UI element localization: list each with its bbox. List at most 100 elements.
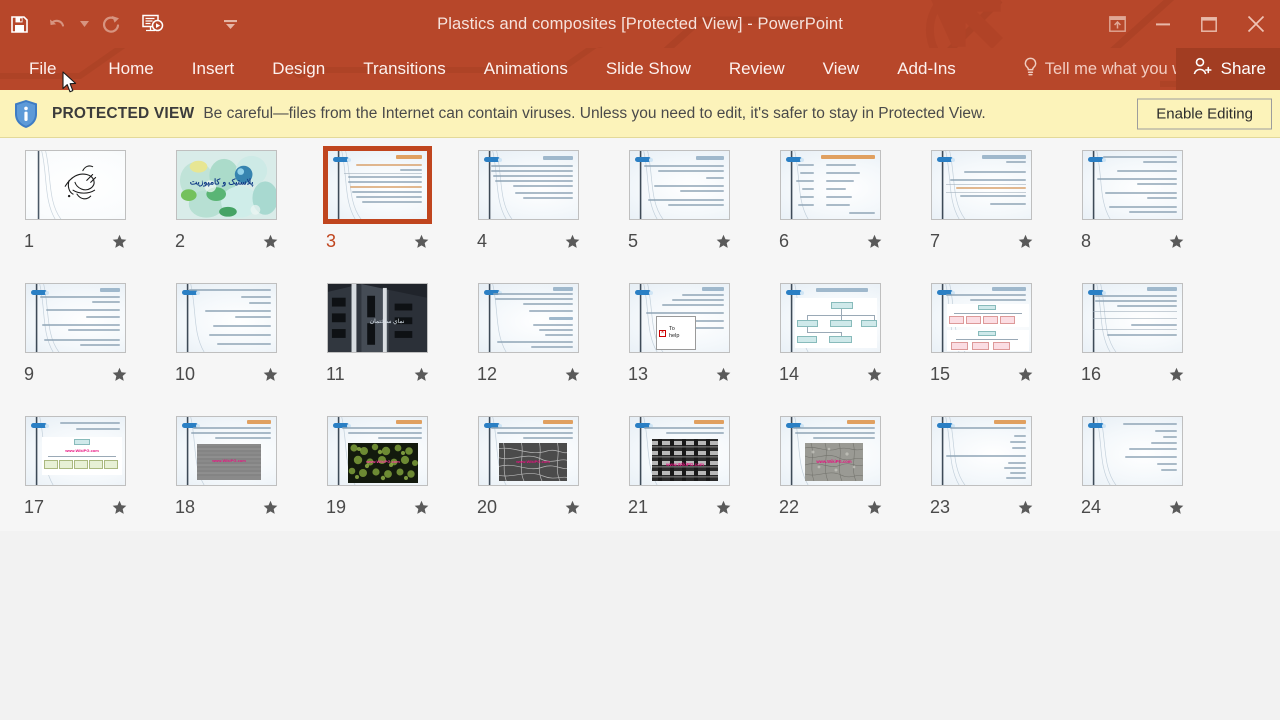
slide-thumbnail-22[interactable]: www.WikiPG.com 22 bbox=[755, 414, 906, 547]
slide-canvas bbox=[1082, 283, 1183, 353]
slide-thumbnail-6[interactable]: 6 bbox=[755, 148, 906, 281]
slide-canvas bbox=[780, 150, 881, 220]
share-button[interactable]: Share bbox=[1175, 48, 1280, 90]
star-icon[interactable] bbox=[867, 367, 882, 382]
tab-transitions[interactable]: Transitions bbox=[352, 48, 457, 90]
svg-text:پلاستیک و کامپوزیت: پلاستیک و کامپوزیت bbox=[190, 177, 254, 187]
tab-review[interactable]: Review bbox=[718, 48, 796, 90]
star-icon[interactable] bbox=[414, 500, 429, 515]
star-icon[interactable] bbox=[716, 500, 731, 515]
slide-number: 8 bbox=[1081, 231, 1092, 251]
star-icon[interactable] bbox=[112, 500, 127, 515]
undo-dropdown-icon[interactable] bbox=[76, 4, 92, 44]
slide-canvas: www.WikiPG.com bbox=[478, 416, 579, 486]
slide-number: 4 bbox=[477, 231, 488, 251]
customize-qat-icon[interactable] bbox=[222, 4, 238, 44]
slide-number: 3 bbox=[326, 231, 337, 251]
tab-slide-show[interactable]: Slide Show bbox=[595, 48, 702, 90]
slide-thumbnail-8[interactable]: 8 bbox=[1057, 148, 1208, 281]
slide-thumbnail-21[interactable]: www.WikiPG.com 21 bbox=[604, 414, 755, 547]
slide-canvas: www.WikiPG.com bbox=[176, 416, 277, 486]
slide-thumbnail-2[interactable]: پلاستیک و کامپوزیت 2 bbox=[151, 148, 302, 281]
ribbon-display-options-icon[interactable] bbox=[1094, 1, 1140, 47]
start-slideshow-icon[interactable] bbox=[130, 4, 176, 44]
slide-number: 11 bbox=[326, 364, 345, 384]
star-icon[interactable] bbox=[414, 367, 429, 382]
star-icon[interactable] bbox=[1169, 500, 1184, 515]
slide-thumbnail-18[interactable]: www.WikiPG.com 18 bbox=[151, 414, 302, 547]
tab-insert[interactable]: Insert bbox=[181, 48, 246, 90]
save-icon[interactable] bbox=[0, 4, 38, 44]
slide-thumbnail-4[interactable]: 4 bbox=[453, 148, 604, 281]
slide-thumbnail-14[interactable]: 14 bbox=[755, 281, 906, 414]
slide-canvas bbox=[25, 283, 126, 353]
slide-thumbnail-7[interactable]: 7 bbox=[906, 148, 1057, 281]
restore-icon[interactable] bbox=[1186, 1, 1232, 47]
slide-number: 18 bbox=[175, 497, 196, 517]
slide-row: www.WikiPG.com 17 www.WikiPG.com 18 www.… bbox=[0, 414, 1280, 547]
star-icon[interactable] bbox=[867, 234, 882, 249]
slide-thumbnail-11[interactable]: نماي ساختمان 11 bbox=[302, 281, 453, 414]
slide-number: 6 bbox=[779, 231, 790, 251]
tab-design[interactable]: Design bbox=[261, 48, 336, 90]
star-icon[interactable] bbox=[112, 234, 127, 249]
undo-icon[interactable] bbox=[38, 4, 76, 44]
tab-file[interactable]: File bbox=[18, 48, 67, 90]
broken-image-line-2: help bbox=[669, 333, 680, 339]
slide-thumbnail-17[interactable]: www.WikiPG.com 17 bbox=[0, 414, 151, 547]
slide-thumbnail-9[interactable]: 9 bbox=[0, 281, 151, 414]
slide-canvas bbox=[1082, 416, 1183, 486]
window-controls bbox=[1094, 0, 1280, 48]
slide-thumbnail-20[interactable]: www.WikiPG.com 20 bbox=[453, 414, 604, 547]
slide-thumbnail-15[interactable]: 15 bbox=[906, 281, 1057, 414]
slide-thumbnail-16[interactable]: 16 bbox=[1057, 281, 1208, 414]
star-icon[interactable] bbox=[414, 234, 429, 249]
slide-thumbnail-19[interactable]: www.WikiPG.com 19 bbox=[302, 414, 453, 547]
star-icon[interactable] bbox=[1169, 234, 1184, 249]
watermark: www.WikiPG.com bbox=[212, 458, 246, 463]
star-icon[interactable] bbox=[1018, 367, 1033, 382]
redo-icon[interactable] bbox=[92, 4, 130, 44]
slide-thumbnail-10[interactable]: 10 bbox=[151, 281, 302, 414]
star-icon[interactable] bbox=[565, 500, 580, 515]
slide-thumbnail-1[interactable]: 1 bbox=[0, 148, 151, 281]
star-icon[interactable] bbox=[716, 367, 731, 382]
star-icon[interactable] bbox=[263, 367, 278, 382]
star-icon[interactable] bbox=[112, 367, 127, 382]
slide-canvas bbox=[478, 283, 579, 353]
slide-number: 22 bbox=[779, 497, 800, 517]
slide-number: 7 bbox=[930, 231, 941, 251]
star-icon[interactable] bbox=[565, 367, 580, 382]
star-icon[interactable] bbox=[565, 234, 580, 249]
slide-canvas: نماي ساختمان bbox=[327, 283, 428, 353]
star-icon[interactable] bbox=[263, 234, 278, 249]
broken-image-text: To help bbox=[669, 326, 679, 340]
broken-image-icon: × bbox=[659, 329, 666, 337]
close-icon[interactable] bbox=[1232, 1, 1280, 47]
slide-canvas: www.WikiPG.com bbox=[780, 416, 881, 486]
star-icon[interactable] bbox=[1018, 234, 1033, 249]
tab-view[interactable]: View bbox=[812, 48, 871, 90]
slide-thumbnail-12[interactable]: 12 bbox=[453, 281, 604, 414]
slide-thumbnail-23[interactable]: 23 bbox=[906, 414, 1057, 547]
tab-add-ins[interactable]: Add-Ins bbox=[886, 48, 967, 90]
slide-number: 2 bbox=[175, 231, 186, 251]
slide-thumbnail-13[interactable]: × To help 13 bbox=[604, 281, 755, 414]
star-icon[interactable] bbox=[1018, 500, 1033, 515]
slide-number: 15 bbox=[930, 364, 951, 384]
broken-image-line-1: To bbox=[669, 325, 675, 332]
star-icon[interactable] bbox=[716, 234, 731, 249]
slide-number: 5 bbox=[628, 231, 639, 251]
slide-sorter-panel[interactable]: 1 پلاستیک و کامپوزیت 2 3 4 5 6 7 8 9 10 … bbox=[0, 138, 1280, 531]
star-icon[interactable] bbox=[263, 500, 278, 515]
slide-thumbnail-5[interactable]: 5 bbox=[604, 148, 755, 281]
slide-canvas bbox=[327, 150, 428, 220]
minimize-icon[interactable] bbox=[1140, 1, 1186, 47]
enable-editing-button[interactable]: Enable Editing bbox=[1137, 98, 1272, 129]
slide-thumbnail-3[interactable]: 3 bbox=[302, 146, 453, 281]
tab-home[interactable]: Home bbox=[97, 48, 164, 90]
tab-animations[interactable]: Animations bbox=[473, 48, 579, 90]
star-icon[interactable] bbox=[1169, 367, 1184, 382]
slide-thumbnail-24[interactable]: 24 bbox=[1057, 414, 1208, 547]
star-icon[interactable] bbox=[867, 500, 882, 515]
